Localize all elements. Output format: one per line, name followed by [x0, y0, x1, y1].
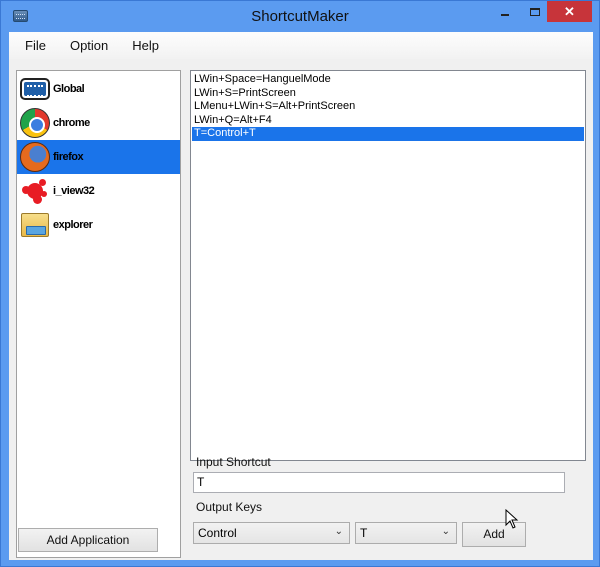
menu-file[interactable]: File: [9, 38, 54, 53]
shortcut-item[interactable]: LWin+Q=Alt+F4: [192, 114, 584, 128]
chevron-down-icon: ⌄: [441, 526, 450, 537]
app-item-label: i_view32: [53, 185, 95, 197]
menu-bar: File Option Help: [9, 32, 593, 59]
output-keys-label: Output Keys: [196, 500, 263, 514]
maximize-button[interactable]: [521, 1, 549, 22]
app-item-explorer[interactable]: explorer: [17, 208, 180, 242]
chrome-icon: [19, 107, 51, 139]
maximize-icon: [530, 7, 540, 16]
minimize-button[interactable]: [491, 1, 519, 22]
minimize-icon: [501, 13, 509, 16]
close-icon: ✕: [564, 3, 575, 19]
shortcutmaker-window: ShortcutMaker ✕ File Option Help Global …: [0, 0, 600, 567]
close-button[interactable]: ✕: [547, 1, 592, 22]
app-item-label: firefox: [53, 151, 84, 163]
app-item-label: explorer: [53, 219, 93, 231]
app-item-chrome[interactable]: chrome: [17, 106, 180, 140]
modifier-dropdown[interactable]: Control ⌄: [193, 522, 350, 544]
menu-option[interactable]: Option: [54, 38, 116, 53]
key-dropdown-value: T: [360, 526, 368, 540]
shortcut-list[interactable]: LWin+Space=HanguelMode LWin+S=PrintScree…: [190, 70, 586, 461]
key-dropdown[interactable]: T ⌄: [355, 522, 457, 544]
irfanview-icon: [19, 175, 51, 207]
shortcut-item-selected[interactable]: T=Control+T: [192, 127, 584, 141]
add-application-button[interactable]: Add Application: [18, 528, 158, 552]
app-item-label: chrome: [53, 117, 90, 129]
input-shortcut-label: Input Shortcut: [196, 455, 271, 469]
firefox-icon: [19, 141, 51, 173]
shortcut-item[interactable]: LWin+S=PrintScreen: [192, 87, 584, 101]
client-area: File Option Help Global chrome firefox i…: [9, 32, 593, 560]
mouse-cursor-icon: [505, 509, 519, 529]
explorer-folder-icon: [19, 209, 51, 241]
chevron-down-icon: ⌄: [334, 526, 343, 537]
app-item-i-view32[interactable]: i_view32: [17, 174, 180, 208]
shortcut-item[interactable]: LWin+Space=HanguelMode: [192, 73, 584, 87]
application-list[interactable]: Global chrome firefox i_view32 explorer: [16, 70, 181, 558]
modifier-dropdown-value: Control: [198, 526, 237, 540]
shortcut-item[interactable]: LMenu+LWin+S=Alt+PrintScreen: [192, 100, 584, 114]
title-bar: ShortcutMaker ✕: [1, 1, 599, 32]
keyboard-icon: [19, 73, 51, 105]
app-item-firefox[interactable]: firefox: [17, 140, 180, 174]
app-item-label: Global: [53, 83, 85, 95]
input-shortcut-field[interactable]: T: [193, 472, 565, 493]
app-item-global[interactable]: Global: [17, 72, 180, 106]
menu-help[interactable]: Help: [116, 38, 167, 53]
